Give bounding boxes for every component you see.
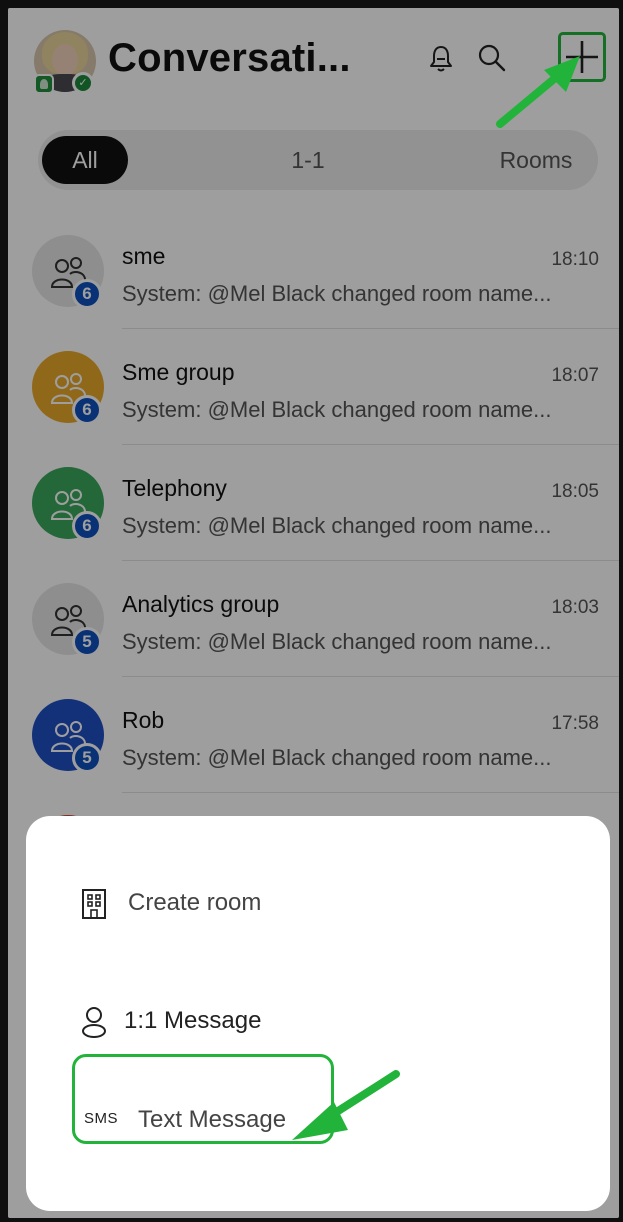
new-conversation-sheet: Create room 1:1 Message SMS Text Message	[26, 816, 610, 1211]
one-to-one-message-option[interactable]: 1:1 Message	[26, 982, 610, 1062]
one-to-one-message-label: 1:1 Message	[124, 1007, 262, 1034]
building-icon	[82, 889, 106, 919]
text-message-option[interactable]: SMS Text Message	[26, 1076, 610, 1156]
create-room-option[interactable]: Create room	[26, 864, 610, 944]
app-screen: ✓ Conversati... All 1-1 Rooms 6 sme 18:1…	[8, 8, 619, 1218]
sms-icon: SMS	[84, 1110, 119, 1127]
create-room-label: Create room	[128, 889, 262, 916]
person-icon	[82, 1007, 106, 1038]
device-frame: ✓ Conversati... All 1-1 Rooms 6 sme 18:1…	[0, 0, 623, 1222]
text-message-label: Text Message	[138, 1106, 287, 1133]
